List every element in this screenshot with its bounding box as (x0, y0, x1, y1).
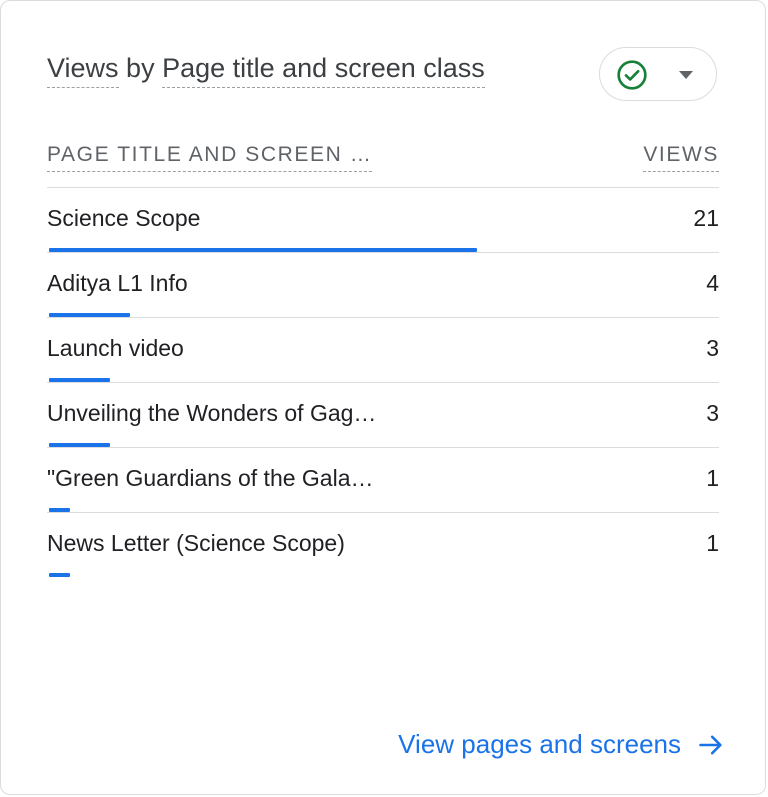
row-label: Unveiling the Wonders of Gag… (47, 400, 377, 426)
caret-down-icon (679, 71, 693, 79)
arrow-right-icon (699, 735, 722, 754)
row-proportion-bar (49, 573, 70, 577)
row-label: Launch video (47, 335, 184, 361)
title-connector: by (118, 53, 163, 83)
table-row[interactable]: Unveiling the Wonders of Gag… 3 (47, 383, 719, 448)
metric-selector[interactable]: Views (47, 53, 119, 88)
table-row[interactable]: News Letter (Science Scope) 1 (47, 513, 719, 577)
row-label: Aditya L1 Info (47, 270, 188, 296)
column-header-views[interactable]: VIEWS (643, 143, 719, 172)
views-by-page-card: Views by Page title and screen class PAG… (0, 0, 766, 795)
table-row[interactable]: Launch video 3 (47, 318, 719, 383)
row-value: 4 (706, 270, 719, 296)
table-row[interactable]: Science Scope 21 (47, 188, 719, 253)
row-proportion-bar (49, 248, 477, 252)
row-proportion-bar (49, 378, 110, 382)
dimension-selector[interactable]: Page title and screen class (162, 53, 485, 88)
row-value: 3 (706, 335, 719, 361)
row-value: 1 (706, 465, 719, 491)
row-value: 3 (706, 400, 719, 426)
view-pages-and-screens-link[interactable]: View pages and screens (398, 729, 725, 760)
row-value: 21 (693, 205, 719, 231)
card-header: Views by Page title and screen class (47, 47, 717, 103)
card-title: Views by Page title and screen class (47, 53, 485, 88)
table-body: Science Scope 21 Aditya L1 Info 4 Launch vid… (47, 188, 719, 577)
row-label: "Green Guardians of the Gala… (47, 465, 374, 491)
comparison-filter-button[interactable] (599, 47, 717, 101)
row-label: Science Scope (47, 205, 201, 231)
view-pages-link-label: View pages and screens (398, 729, 681, 759)
table-row[interactable]: Aditya L1 Info 4 (47, 253, 719, 318)
row-proportion-bar (49, 443, 110, 447)
table-header: PAGE TITLE AND SCREEN … VIEWS (47, 141, 719, 188)
row-proportion-bar (49, 508, 70, 512)
row-label: News Letter (Science Scope) (47, 530, 345, 556)
row-proportion-bar (49, 313, 130, 317)
table-row[interactable]: "Green Guardians of the Gala… 1 (47, 448, 719, 513)
check-circle-icon (617, 60, 647, 90)
row-value: 1 (706, 530, 719, 556)
column-header-page-title[interactable]: PAGE TITLE AND SCREEN … (47, 143, 373, 172)
